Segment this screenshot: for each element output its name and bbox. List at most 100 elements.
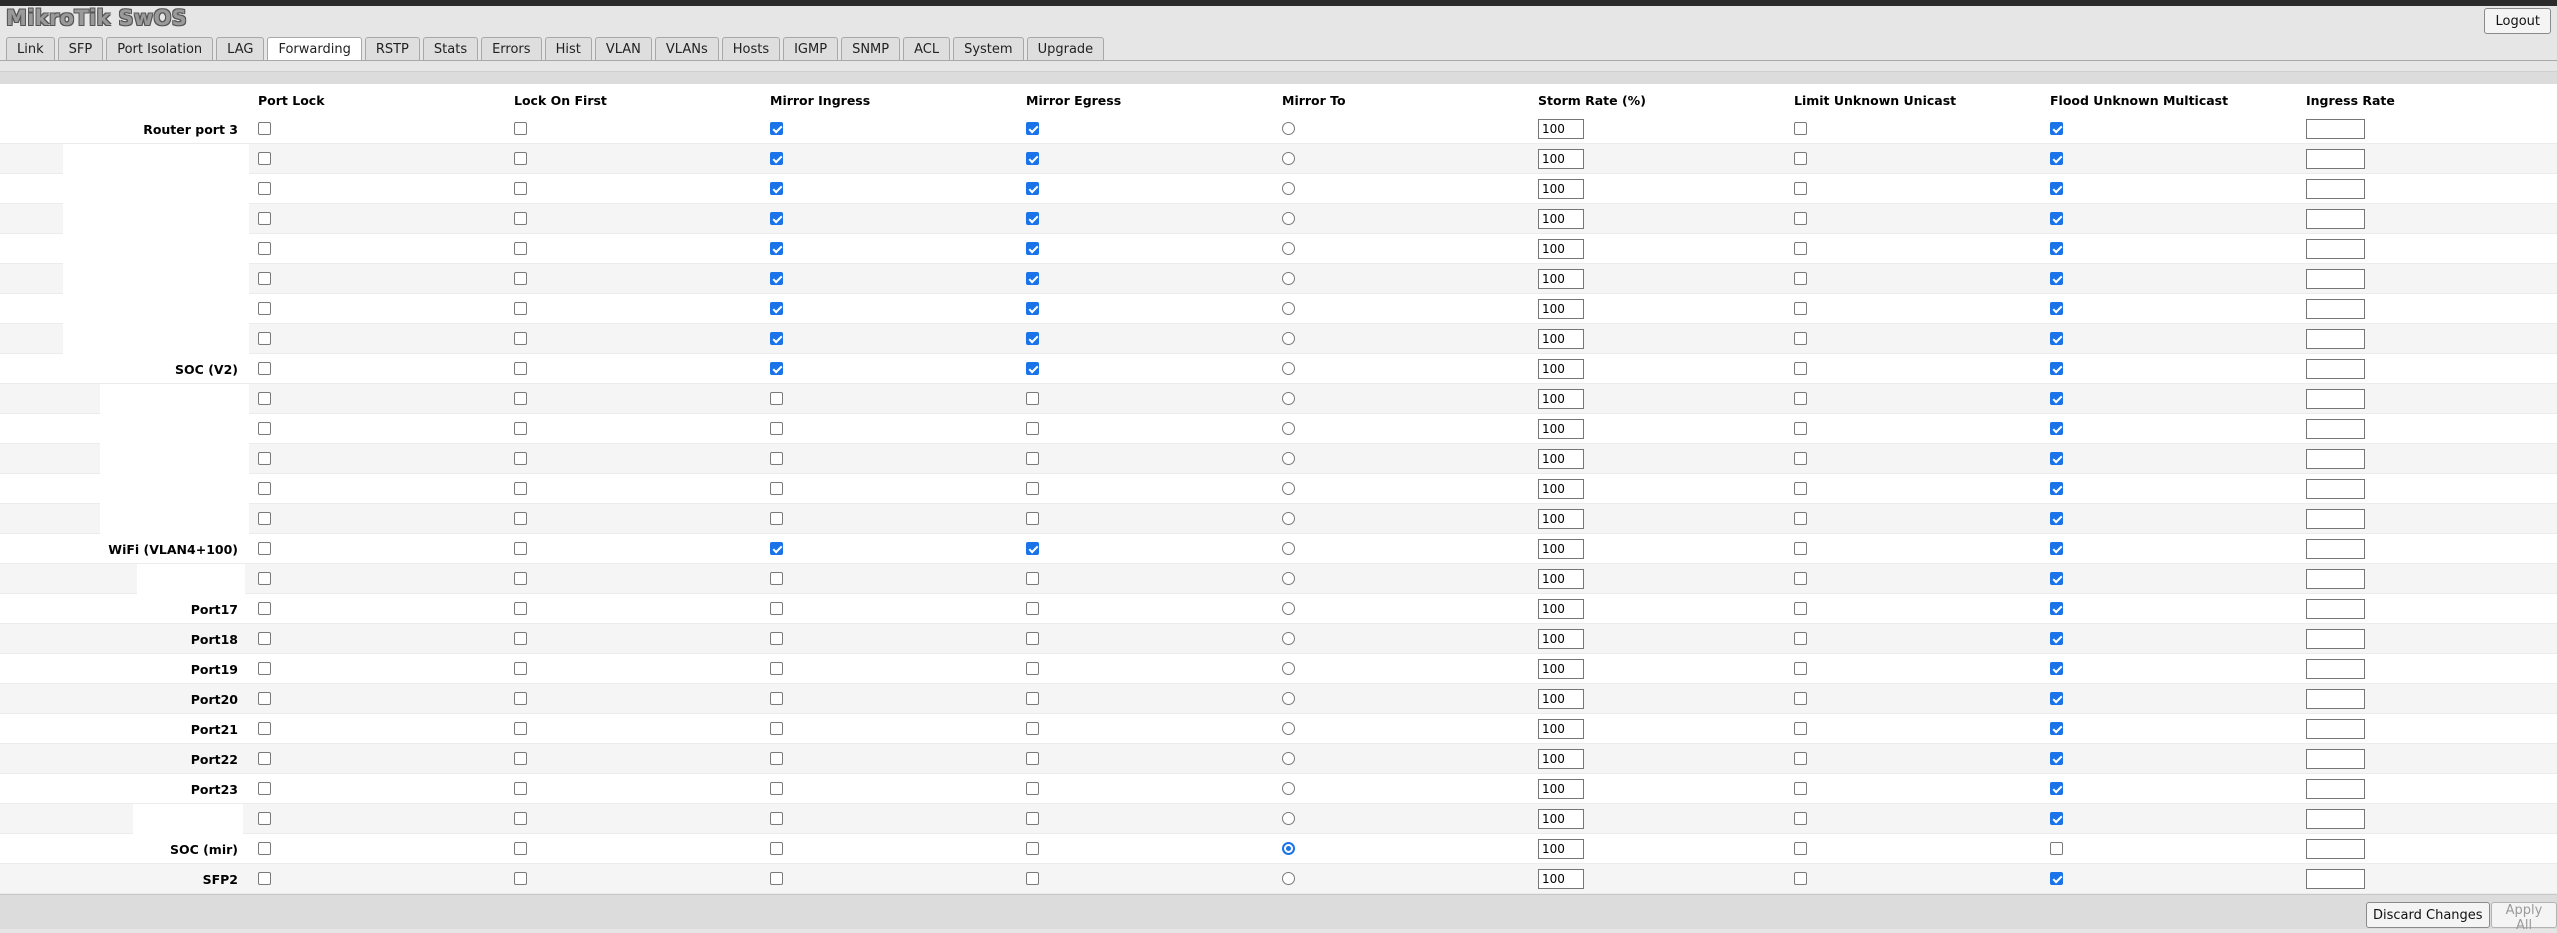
flood-unknown-multicast-checkbox[interactable] [2050, 272, 2063, 285]
port-lock-checkbox[interactable] [258, 392, 271, 405]
tab-acl[interactable]: ACL [903, 37, 951, 60]
flood-unknown-multicast-checkbox[interactable] [2050, 182, 2063, 195]
lock-on-first-checkbox[interactable] [514, 242, 527, 255]
mirror-ingress-checkbox[interactable] [770, 272, 783, 285]
flood-unknown-multicast-checkbox[interactable] [2050, 872, 2063, 885]
flood-unknown-multicast-checkbox[interactable] [2050, 332, 2063, 345]
ingress-rate-input[interactable] [2306, 869, 2365, 889]
mirror-ingress-checkbox[interactable] [770, 752, 783, 765]
limit-unknown-unicast-checkbox[interactable] [1794, 602, 1807, 615]
flood-unknown-multicast-checkbox[interactable] [2050, 242, 2063, 255]
mirror-egress-checkbox[interactable] [1026, 122, 1039, 135]
flood-unknown-multicast-checkbox[interactable] [2050, 812, 2063, 825]
flood-unknown-multicast-checkbox[interactable] [2050, 512, 2063, 525]
mirror-egress-checkbox[interactable] [1026, 692, 1039, 705]
mirror-ingress-checkbox[interactable] [770, 692, 783, 705]
mirror-egress-checkbox[interactable] [1026, 662, 1039, 675]
mirror-ingress-checkbox[interactable] [770, 422, 783, 435]
limit-unknown-unicast-checkbox[interactable] [1794, 122, 1807, 135]
port-lock-checkbox[interactable] [258, 722, 271, 735]
mirror-to-radio[interactable] [1282, 542, 1295, 555]
mirror-egress-checkbox[interactable] [1026, 872, 1039, 885]
limit-unknown-unicast-checkbox[interactable] [1794, 362, 1807, 375]
mirror-to-radio[interactable] [1282, 482, 1295, 495]
port-lock-checkbox[interactable] [258, 752, 271, 765]
ingress-rate-input[interactable] [2306, 779, 2365, 799]
lock-on-first-checkbox[interactable] [514, 302, 527, 315]
storm-rate-input[interactable] [1538, 809, 1584, 829]
storm-rate-input[interactable] [1538, 539, 1584, 559]
lock-on-first-checkbox[interactable] [514, 392, 527, 405]
ingress-rate-input[interactable] [2306, 239, 2365, 259]
port-lock-checkbox[interactable] [258, 332, 271, 345]
flood-unknown-multicast-checkbox[interactable] [2050, 122, 2063, 135]
storm-rate-input[interactable] [1538, 299, 1584, 319]
mirror-ingress-checkbox[interactable] [770, 122, 783, 135]
mirror-egress-checkbox[interactable] [1026, 242, 1039, 255]
port-lock-checkbox[interactable] [258, 452, 271, 465]
ingress-rate-input[interactable] [2306, 839, 2365, 859]
lock-on-first-checkbox[interactable] [514, 182, 527, 195]
flood-unknown-multicast-checkbox[interactable] [2050, 152, 2063, 165]
mirror-egress-checkbox[interactable] [1026, 572, 1039, 585]
limit-unknown-unicast-checkbox[interactable] [1794, 152, 1807, 165]
limit-unknown-unicast-checkbox[interactable] [1794, 572, 1807, 585]
lock-on-first-checkbox[interactable] [514, 812, 527, 825]
ingress-rate-input[interactable] [2306, 509, 2365, 529]
lock-on-first-checkbox[interactable] [514, 632, 527, 645]
lock-on-first-checkbox[interactable] [514, 692, 527, 705]
tab-system[interactable]: System [953, 37, 1024, 60]
mirror-ingress-checkbox[interactable] [770, 332, 783, 345]
limit-unknown-unicast-checkbox[interactable] [1794, 662, 1807, 675]
port-lock-checkbox[interactable] [258, 182, 271, 195]
limit-unknown-unicast-checkbox[interactable] [1794, 542, 1807, 555]
limit-unknown-unicast-checkbox[interactable] [1794, 872, 1807, 885]
logout-button[interactable]: Logout [2484, 8, 2551, 34]
lock-on-first-checkbox[interactable] [514, 362, 527, 375]
mirror-to-radio[interactable] [1282, 272, 1295, 285]
ingress-rate-input[interactable] [2306, 119, 2365, 139]
tab-igmp[interactable]: IGMP [783, 37, 839, 60]
mirror-egress-checkbox[interactable] [1026, 392, 1039, 405]
storm-rate-input[interactable] [1538, 419, 1584, 439]
lock-on-first-checkbox[interactable] [514, 782, 527, 795]
lock-on-first-checkbox[interactable] [514, 662, 527, 675]
flood-unknown-multicast-checkbox[interactable] [2050, 722, 2063, 735]
mirror-to-radio[interactable] [1282, 302, 1295, 315]
mirror-to-radio[interactable] [1282, 872, 1295, 885]
limit-unknown-unicast-checkbox[interactable] [1794, 242, 1807, 255]
flood-unknown-multicast-checkbox[interactable] [2050, 212, 2063, 225]
flood-unknown-multicast-checkbox[interactable] [2050, 392, 2063, 405]
port-lock-checkbox[interactable] [258, 152, 271, 165]
mirror-egress-checkbox[interactable] [1026, 722, 1039, 735]
mirror-to-radio[interactable] [1282, 122, 1295, 135]
ingress-rate-input[interactable] [2306, 389, 2365, 409]
storm-rate-input[interactable] [1538, 239, 1584, 259]
port-lock-checkbox[interactable] [258, 362, 271, 375]
tab-hosts[interactable]: Hosts [721, 37, 781, 60]
lock-on-first-checkbox[interactable] [514, 542, 527, 555]
flood-unknown-multicast-checkbox[interactable] [2050, 542, 2063, 555]
lock-on-first-checkbox[interactable] [514, 842, 527, 855]
mirror-to-radio[interactable] [1282, 782, 1295, 795]
lock-on-first-checkbox[interactable] [514, 512, 527, 525]
storm-rate-input[interactable] [1538, 119, 1584, 139]
mirror-ingress-checkbox[interactable] [770, 182, 783, 195]
lock-on-first-checkbox[interactable] [514, 572, 527, 585]
storm-rate-input[interactable] [1538, 479, 1584, 499]
mirror-ingress-checkbox[interactable] [770, 572, 783, 585]
port-lock-checkbox[interactable] [258, 302, 271, 315]
ingress-rate-input[interactable] [2306, 209, 2365, 229]
ingress-rate-input[interactable] [2306, 359, 2365, 379]
mirror-egress-checkbox[interactable] [1026, 212, 1039, 225]
mirror-ingress-checkbox[interactable] [770, 812, 783, 825]
lock-on-first-checkbox[interactable] [514, 152, 527, 165]
lock-on-first-checkbox[interactable] [514, 422, 527, 435]
mirror-egress-checkbox[interactable] [1026, 422, 1039, 435]
ingress-rate-input[interactable] [2306, 149, 2365, 169]
ingress-rate-input[interactable] [2306, 179, 2365, 199]
tab-hist[interactable]: Hist [544, 37, 592, 60]
mirror-ingress-checkbox[interactable] [770, 512, 783, 525]
mirror-ingress-checkbox[interactable] [770, 242, 783, 255]
mirror-to-radio[interactable] [1282, 812, 1295, 825]
